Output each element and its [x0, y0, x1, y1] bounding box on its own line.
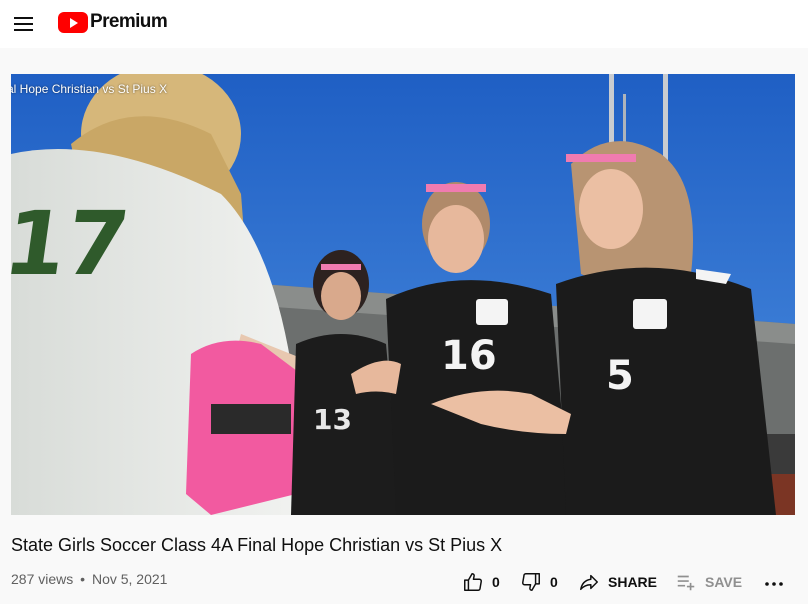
video-frame: 17 13 16 5 [11, 74, 795, 515]
video-player[interactable]: 17 13 16 5 al Hope Christian vs St Pius … [11, 74, 795, 515]
svg-text:17: 17 [11, 192, 135, 294]
dislike-count: 0 [550, 574, 558, 590]
share-button[interactable]: SHARE [578, 570, 657, 594]
more-horizontal-icon[interactable] [762, 570, 786, 594]
svg-text:13: 13 [313, 403, 352, 436]
hamburger-menu-icon[interactable] [12, 12, 36, 36]
share-arrow-icon [580, 574, 598, 591]
top-bar: Premium [0, 0, 808, 48]
playlist-add-icon [677, 575, 695, 591]
thumbs-down-icon [522, 573, 540, 591]
like-count: 0 [492, 574, 500, 590]
view-count: 287 views [11, 571, 74, 587]
like-button[interactable]: 0 [462, 570, 500, 594]
player-title-overlay: al Hope Christian vs St Pius X [11, 82, 168, 96]
video-meta: 287 views • Nov 5, 2021 [11, 571, 167, 587]
youtube-premium-logo[interactable]: Premium [58, 11, 168, 33]
video-title: State Girls Soccer Class 4A Final Hope C… [11, 535, 503, 555]
upload-date: Nov 5, 2021 [91, 571, 168, 587]
thumbs-up-icon [464, 573, 482, 591]
logo-text: Premium [90, 11, 168, 32]
meta-separator: • [80, 571, 86, 587]
dislike-button[interactable]: 0 [520, 570, 558, 594]
save-button[interactable]: SAVE [675, 570, 742, 594]
youtube-play-icon [58, 11, 88, 33]
svg-text:5: 5 [606, 353, 634, 399]
more-dots [765, 582, 783, 586]
svg-text:16: 16 [441, 333, 497, 379]
save-label: SAVE [705, 574, 743, 590]
share-label: SHARE [608, 574, 658, 590]
